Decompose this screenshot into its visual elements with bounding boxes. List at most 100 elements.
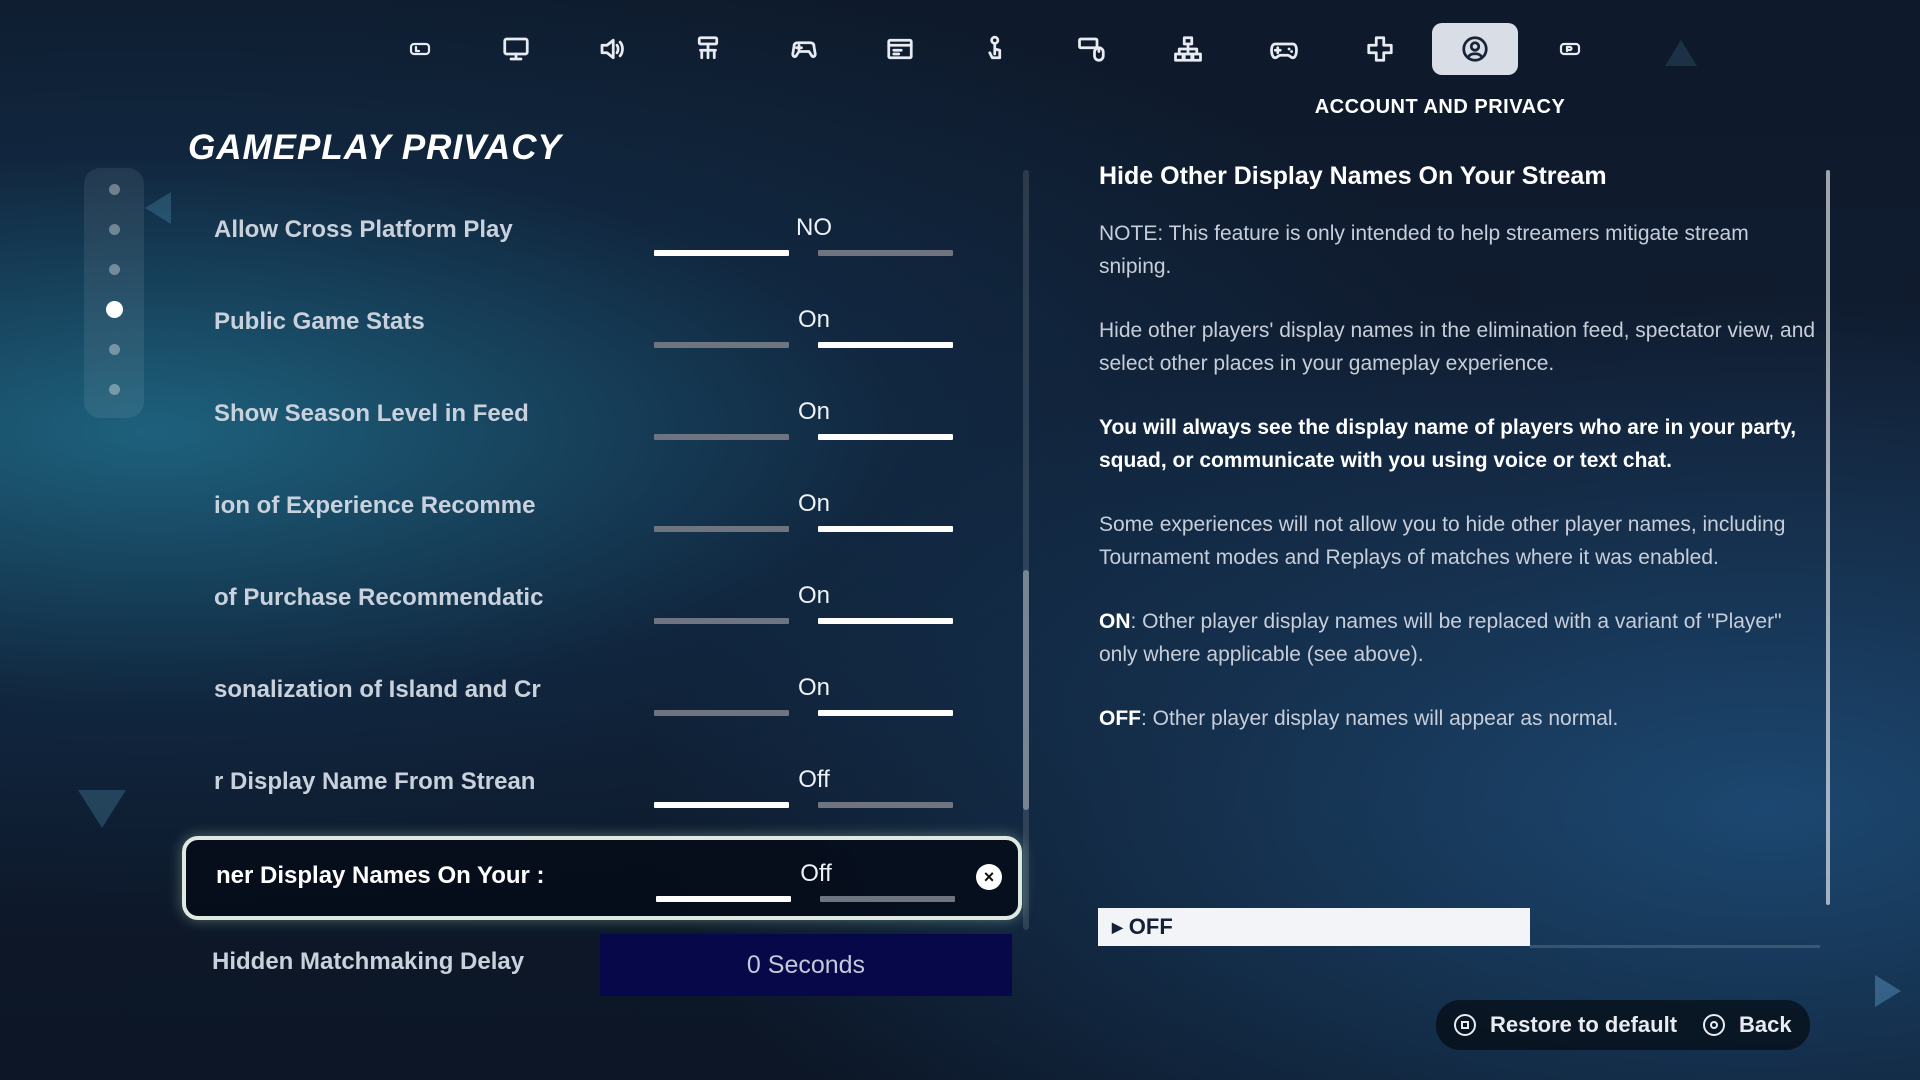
off-explanation: : Other player display names will appear… [1141, 707, 1619, 730]
setting-experience-recommendations[interactable]: ion of Experience Recomme On [182, 468, 1012, 548]
back-label: Back [1739, 1012, 1792, 1037]
toggle-bar-left[interactable] [654, 710, 789, 716]
touch-icon [988, 35, 1002, 60]
toggle-bar-left[interactable] [654, 526, 789, 532]
description-panel: Hide Other Display Names On Your Stream … [1099, 162, 1819, 766]
tab-dpad[interactable] [1332, 23, 1428, 75]
network-icon [1174, 36, 1202, 62]
account-icon [1462, 36, 1488, 62]
tab-next-bumper[interactable] [1522, 23, 1618, 75]
toggle-bar-right[interactable] [818, 526, 953, 532]
divider [1530, 945, 1820, 948]
tab-game-ui[interactable] [852, 23, 948, 75]
description-title: Hide Other Display Names On Your Stream [1099, 162, 1607, 190]
setting-island-personalization[interactable]: sonalization of Island and Cr On [182, 652, 1012, 732]
section-dot[interactable] [109, 384, 120, 395]
setting-cross-platform-play[interactable]: Allow Cross Platform Play NO [182, 192, 1012, 272]
decor-triangle [1875, 975, 1901, 1007]
restore-label: Restore to default [1490, 1012, 1678, 1037]
setting-label: of Purchase Recommendatic [214, 584, 544, 611]
page-title: GAMEPLAY PRIVACY [188, 128, 562, 167]
setting-season-level-in-feed[interactable]: Show Season Level in Feed On [182, 376, 1012, 456]
toggle-bar-right[interactable] [818, 434, 953, 440]
toggle-bar-right[interactable] [818, 250, 953, 256]
setting-value: On [797, 490, 830, 517]
restore-default-button[interactable]: Restore to default [1454, 1012, 1677, 1038]
rb-bumper-icon [1559, 42, 1581, 56]
setting-hide-my-display-name[interactable]: r Display Name From Strean Off [182, 744, 1012, 824]
toggle-bar-right[interactable] [818, 618, 953, 624]
toggle-bar-right[interactable] [818, 342, 953, 348]
setting-value: On [797, 306, 830, 333]
dpad-icon [1367, 36, 1393, 62]
current-value: OFF [1128, 914, 1173, 939]
scrollbar-thumb[interactable] [1023, 570, 1029, 810]
setting-purchase-recommendations[interactable]: of Purchase Recommendatic On [182, 560, 1012, 640]
description-text: Hide other players' display names in the… [1099, 319, 1816, 375]
setting-label: Show Season Level in Feed [214, 400, 529, 427]
gamepad-icon [1270, 42, 1298, 60]
tab-prev-bumper[interactable] [372, 23, 468, 75]
on-keyword: ON [1099, 610, 1131, 633]
setting-hide-other-display-names[interactable]: ner Display Names On Your : Off × [182, 836, 1022, 920]
setting-label: sonalization of Island and Cr [214, 676, 541, 703]
hud-icon [887, 38, 913, 60]
setting-value: NO [796, 214, 832, 241]
monitor-icon [503, 37, 529, 61]
toggle-bar-left[interactable] [654, 434, 789, 440]
delay-value[interactable]: 0 Seconds [600, 934, 1012, 996]
toggle-bar-left[interactable] [654, 250, 789, 256]
setting-label: Hidden Matchmaking Delay [212, 948, 525, 975]
tab-controller[interactable] [1236, 23, 1332, 75]
decor-triangle [145, 192, 171, 224]
section-indicator [84, 168, 144, 418]
tab-touch[interactable] [948, 23, 1044, 75]
off-keyword: OFF [1099, 707, 1141, 730]
description-emphasis: You will always see the display name of … [1099, 416, 1797, 472]
settings-scrollbar[interactable] [1023, 170, 1029, 930]
setting-label: r Display Name From Strean [214, 768, 536, 795]
on-explanation: : Other player display names will be rep… [1099, 610, 1782, 666]
tab-video[interactable] [468, 23, 564, 75]
active-tab-label: ACCOUNT AND PRIVACY [1314, 96, 1566, 118]
setting-public-game-stats[interactable]: Public Game Stats On [182, 284, 1012, 364]
tab-network[interactable] [1140, 23, 1236, 75]
section-dot[interactable] [109, 264, 120, 275]
tab-accessibility[interactable] [660, 23, 756, 75]
tab-input[interactable] [756, 23, 852, 75]
toggle-bar-left[interactable] [656, 896, 791, 902]
lb-bumper-icon [409, 42, 431, 56]
toggle-bar-right[interactable] [820, 896, 955, 902]
toggle-bar-left[interactable] [654, 342, 789, 348]
description-scrollbar[interactable] [1826, 170, 1830, 905]
description-off: OFF: Other player display names will app… [1099, 702, 1819, 735]
section-dot[interactable] [109, 344, 120, 355]
toggle-bar-right[interactable] [818, 710, 953, 716]
tab-account-and-privacy[interactable] [1432, 23, 1518, 75]
back-button[interactable]: Back [1703, 1012, 1792, 1038]
setting-label: ion of Experience Recomme [214, 492, 536, 519]
clear-close-icon[interactable]: × [976, 864, 1002, 890]
setting-value: Off [798, 766, 830, 793]
section-dot[interactable] [109, 224, 120, 235]
decor-triangle [78, 790, 126, 828]
setting-value: Off [800, 860, 832, 887]
toggle-bar-right[interactable] [818, 802, 953, 808]
footer-actions: Restore to default Back [1436, 1000, 1810, 1050]
circle-button-icon [1703, 1014, 1726, 1036]
toggle-bar-left[interactable] [654, 618, 789, 624]
section-dot[interactable] [109, 184, 120, 195]
controller-config-icon [791, 41, 817, 58]
setting-value: On [797, 398, 830, 425]
setting-label: Public Game Stats [214, 308, 425, 335]
caret-right-icon: ▶ [1112, 919, 1123, 935]
tab-audio[interactable] [564, 23, 660, 75]
setting-label: Allow Cross Platform Play [214, 216, 513, 243]
decor-triangle [1665, 40, 1697, 66]
toggle-bar-left[interactable] [654, 802, 789, 808]
tab-keyboard-mouse[interactable] [1044, 23, 1140, 75]
setting-hidden-matchmaking-delay[interactable]: Hidden Matchmaking Delay 0 Seconds [182, 926, 1012, 1006]
setting-value: On [797, 674, 830, 701]
section-dot-active[interactable] [106, 301, 123, 318]
setting-value: On [797, 582, 830, 609]
